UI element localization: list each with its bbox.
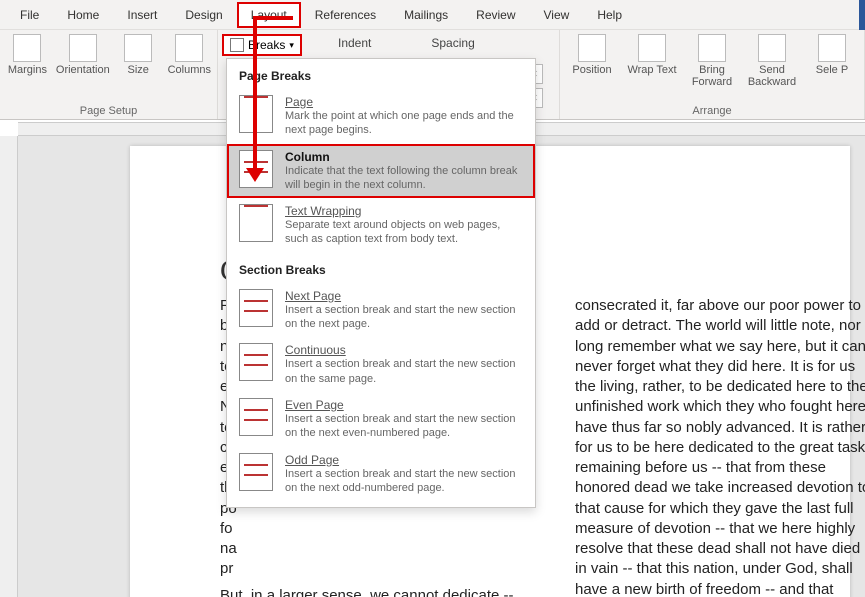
selection-pane-button[interactable]: Sele P — [806, 34, 858, 76]
size-icon — [124, 34, 152, 62]
breaks-dropdown: Page Breaks Page Mark the point at which… — [226, 58, 536, 508]
margins-icon — [13, 34, 41, 62]
spacing-label: Spacing — [431, 34, 474, 54]
menu-home[interactable]: Home — [53, 2, 113, 28]
indent-label: Indent — [338, 34, 371, 54]
selection-pane-icon — [818, 34, 846, 62]
break-continuous-title: Continuous — [285, 343, 523, 357]
send-backward-icon — [758, 34, 786, 62]
break-textwrap-desc: Separate text around objects on web page… — [285, 218, 523, 247]
bring-forward-label: Bring Forward — [686, 64, 738, 88]
columns-label: Columns — [168, 64, 211, 76]
orientation-label: Orientation — [56, 64, 110, 76]
columns-button[interactable]: Columns — [168, 34, 211, 76]
column-2-text: consecrated it, far above our poor power… — [575, 296, 865, 597]
margins-label: Margins — [8, 64, 47, 76]
break-text-wrapping-item[interactable]: Text Wrapping Separate text around objec… — [227, 198, 535, 253]
bring-forward-button[interactable]: Bring Forward — [686, 34, 738, 88]
menu-file[interactable]: File — [6, 2, 53, 28]
break-column-desc: Indicate that the text following the col… — [285, 164, 523, 193]
send-backward-label: Send Backward — [746, 64, 798, 88]
break-column-item[interactable]: Column Indicate that the text following … — [227, 144, 535, 199]
break-column-title: Column — [285, 150, 523, 164]
position-icon — [578, 34, 606, 62]
orientation-icon — [69, 34, 97, 62]
annotation-arrow-head — [246, 168, 264, 182]
break-page-desc: Mark the point at which one page ends an… — [285, 109, 523, 138]
break-continuous-item[interactable]: Continuous Insert a section break and st… — [227, 337, 535, 392]
break-evenpage-title: Even Page — [285, 398, 523, 412]
break-oddpage-desc: Insert a section break and start the new… — [285, 467, 523, 496]
window-accent-edge — [859, 0, 865, 30]
size-label: Size — [127, 64, 148, 76]
menu-view[interactable]: View — [530, 2, 584, 28]
break-nextpage-title: Next Page — [285, 289, 523, 303]
wrap-text-button[interactable]: Wrap Text — [626, 34, 678, 76]
menu-design[interactable]: Design — [171, 2, 236, 28]
break-page-title: Page — [285, 95, 523, 109]
orientation-button[interactable]: Orientation — [57, 34, 109, 76]
menu-layout[interactable]: Layout — [237, 2, 301, 28]
menu-insert[interactable]: Insert — [113, 2, 171, 28]
menu-review[interactable]: Review — [462, 2, 529, 28]
breaks-icon — [230, 38, 244, 52]
vertical-ruler[interactable] — [0, 136, 18, 597]
annotation-arrow — [253, 16, 293, 20]
wrap-text-icon — [638, 34, 666, 62]
page-breaks-header: Page Breaks — [227, 59, 535, 89]
menu-bar: File Home Insert Design Layout Reference… — [0, 0, 865, 30]
annotation-arrow — [253, 16, 257, 171]
send-backward-button[interactable]: Send Backward — [746, 34, 798, 88]
position-button[interactable]: Position — [566, 34, 618, 76]
column-1-bottom-text: But, in a larger sense, we cannot dedica… — [220, 586, 540, 597]
wrap-text-label: Wrap Text — [627, 64, 676, 76]
odd-page-icon — [239, 453, 273, 491]
chevron-down-icon: ▾ — [289, 40, 294, 51]
even-page-icon — [239, 398, 273, 436]
columns-icon — [175, 34, 203, 62]
break-continuous-desc: Insert a section break and start the new… — [285, 357, 523, 386]
arrange-group-label: Arrange — [566, 105, 858, 117]
continuous-icon — [239, 343, 273, 381]
position-label: Position — [572, 64, 611, 76]
break-nextpage-desc: Insert a section break and start the new… — [285, 303, 523, 332]
selection-pane-label: Sele P — [816, 64, 848, 76]
breaks-button[interactable]: Breaks ▾ — [222, 34, 302, 56]
break-page-item[interactable]: Page Mark the point at which one page en… — [227, 89, 535, 144]
margins-button[interactable]: Margins — [6, 34, 49, 76]
break-next-page-item[interactable]: Next Page Insert a section break and sta… — [227, 283, 535, 338]
menu-help[interactable]: Help — [583, 2, 636, 28]
break-even-page-item[interactable]: Even Page Insert a section break and sta… — [227, 392, 535, 447]
next-page-icon — [239, 289, 273, 327]
bring-forward-icon — [698, 34, 726, 62]
size-button[interactable]: Size — [117, 34, 160, 76]
menu-mailings[interactable]: Mailings — [390, 2, 462, 28]
break-oddpage-title: Odd Page — [285, 453, 523, 467]
break-odd-page-item[interactable]: Odd Page Insert a section break and star… — [227, 447, 535, 502]
text-wrapping-icon — [239, 204, 273, 242]
break-evenpage-desc: Insert a section break and start the new… — [285, 412, 523, 441]
break-textwrap-title: Text Wrapping — [285, 204, 523, 218]
menu-references[interactable]: References — [301, 2, 390, 28]
page-setup-group-label: Page Setup — [6, 105, 211, 117]
section-breaks-header: Section Breaks — [227, 253, 535, 283]
